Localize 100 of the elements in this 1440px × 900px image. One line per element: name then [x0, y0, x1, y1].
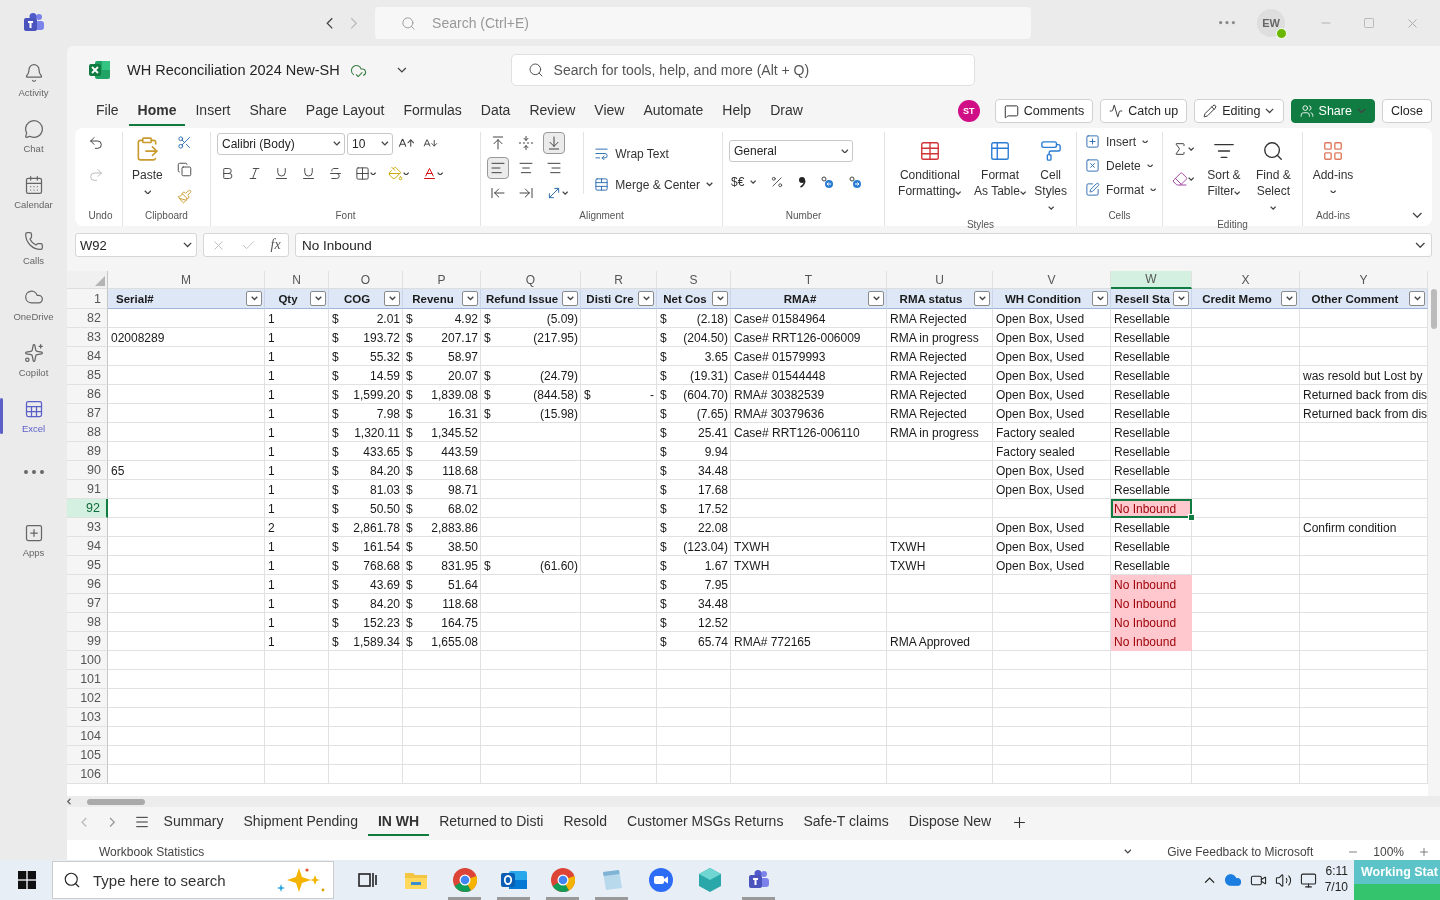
- filter-button[interactable]: [562, 291, 578, 306]
- merge-center-button[interactable]: Merge & Center: [592, 175, 715, 194]
- menu-tab[interactable]: Share: [240, 96, 296, 126]
- filter-button[interactable]: [1173, 291, 1189, 306]
- align-bottom-button[interactable]: [543, 132, 565, 154]
- chevron-up-icon[interactable]: [1204, 876, 1216, 884]
- taskbar-search-field[interactable]: Type here to search: [52, 861, 334, 899]
- row-number[interactable]: 100: [67, 651, 108, 670]
- filter-button[interactable]: [1281, 291, 1297, 306]
- search-field[interactable]: Search for tools, help, and more (Alt + Q): [510, 54, 975, 86]
- align-left-button[interactable]: [487, 157, 509, 179]
- row-number[interactable]: 91: [67, 480, 108, 499]
- speaker-icon[interactable]: [1274, 871, 1292, 889]
- font-size-select[interactable]: 10: [347, 132, 393, 155]
- filter-button[interactable]: [246, 291, 262, 306]
- status-text[interactable]: Workbook Statistics: [99, 844, 205, 859]
- column-header[interactable]: O: [329, 271, 403, 289]
- filter-button[interactable]: [712, 291, 728, 306]
- wrap-text-button[interactable]: Wrap Text: [592, 144, 671, 163]
- menu-tab[interactable]: Help: [713, 96, 761, 126]
- menu-tab[interactable]: Review: [520, 96, 585, 126]
- row-number[interactable]: 85: [67, 366, 108, 385]
- row-number[interactable]: 1: [67, 289, 108, 309]
- name-box[interactable]: W92: [75, 233, 197, 257]
- feedback-link[interactable]: Give Feedback to Microsoft: [1167, 844, 1314, 859]
- menu-tab[interactable]: View: [585, 96, 634, 126]
- column-header[interactable]: W: [1111, 271, 1192, 289]
- paste-button[interactable]: Paste: [129, 132, 166, 199]
- column-header[interactable]: Y: [1300, 271, 1428, 289]
- column-header[interactable]: U: [887, 271, 993, 289]
- row-number[interactable]: 92: [67, 499, 108, 518]
- cells-button[interactable]: Insert: [1083, 132, 1151, 151]
- network-icon[interactable]: [1299, 871, 1317, 889]
- filter-button[interactable]: [462, 291, 478, 306]
- rail-item[interactable]: Activity: [3, 52, 64, 108]
- rail-item[interactable]: Calendar: [3, 164, 64, 220]
- row-number[interactable]: 88: [67, 423, 108, 442]
- rail-item[interactable]: Chat: [3, 108, 64, 164]
- catch-up-button[interactable]: Catch up: [1100, 99, 1188, 123]
- rail-item[interactable]: Excel: [3, 388, 64, 444]
- editing-button[interactable]: Find & Select: [1250, 132, 1296, 219]
- sheet-tab[interactable]: Dispose New: [898, 808, 1002, 836]
- sheet-tab[interactable]: Shipment Pending: [233, 808, 368, 836]
- filter-button[interactable]: [868, 291, 884, 306]
- row-number[interactable]: 101: [67, 670, 108, 689]
- column-header[interactable]: P: [403, 271, 481, 289]
- row-number[interactable]: 95: [67, 556, 108, 575]
- row-number[interactable]: 103: [67, 708, 108, 727]
- row-number[interactable]: 84: [67, 347, 108, 366]
- menu-tab[interactable]: Formulas: [394, 96, 471, 126]
- number-format-select[interactable]: General: [729, 140, 853, 162]
- cloud-icon[interactable]: [1223, 871, 1242, 889]
- column-header[interactable]: Q: [481, 271, 581, 289]
- row-number[interactable]: 102: [67, 689, 108, 708]
- filter-button[interactable]: [310, 291, 326, 306]
- rail-item[interactable]: OneDrive: [3, 276, 64, 332]
- sheet-tab[interactable]: IN WH: [367, 808, 430, 836]
- font-select[interactable]: Calibri (Body): [217, 132, 345, 155]
- row-number[interactable]: 86: [67, 385, 108, 404]
- column-header[interactable]: X: [1192, 271, 1300, 289]
- editing-button[interactable]: Sort & Filter: [1201, 132, 1247, 204]
- user-avatar[interactable]: EW: [1257, 9, 1286, 37]
- menu-tab[interactable]: Page Layout: [296, 96, 394, 126]
- sheet-tab[interactable]: Safe-T claims: [793, 808, 899, 836]
- rail-item[interactable]: Apps: [3, 512, 64, 568]
- function-label[interactable]: fx: [270, 237, 281, 253]
- sheet-tab[interactable]: Summary: [153, 808, 234, 836]
- editing-button[interactable]: Editing: [1194, 99, 1284, 123]
- filter-button[interactable]: [1409, 291, 1425, 306]
- row-number[interactable]: 97: [67, 594, 108, 613]
- column-header[interactable]: R: [581, 271, 657, 289]
- sheet-tab[interactable]: Customer MSGs Returns: [617, 808, 794, 836]
- menu-tab[interactable]: File: [87, 96, 128, 126]
- styles-button[interactable]: Cell Styles: [1031, 132, 1070, 219]
- close-button[interactable]: Close: [1382, 99, 1432, 123]
- filter-button[interactable]: [638, 291, 654, 306]
- sheet-tab[interactable]: Resold: [553, 808, 617, 836]
- row-number[interactable]: 89: [67, 442, 108, 461]
- row-number[interactable]: 90: [67, 461, 108, 480]
- row-number[interactable]: 83: [67, 328, 108, 347]
- filter-button[interactable]: [1092, 291, 1108, 306]
- styles-button[interactable]: Format As Table: [970, 132, 1030, 204]
- row-number[interactable]: 98: [67, 613, 108, 632]
- styles-button[interactable]: Conditional Formatting: [891, 132, 969, 204]
- row-number[interactable]: 94: [67, 537, 108, 556]
- row-number[interactable]: 96: [67, 575, 108, 594]
- share-button[interactable]: Share: [1290, 99, 1376, 123]
- menu-tab[interactable]: Data: [471, 96, 520, 126]
- menu-tab[interactable]: Automate: [634, 96, 713, 126]
- column-header[interactable]: T: [731, 271, 887, 289]
- clock-date[interactable]: 7/10: [1324, 880, 1348, 896]
- menu-tab[interactable]: Home: [128, 96, 186, 126]
- clock-time[interactable]: 6:11: [1325, 864, 1348, 880]
- currency-button[interactable]: $€: [729, 173, 759, 191]
- column-header[interactable]: M: [108, 271, 265, 289]
- row-number[interactable]: 105: [67, 746, 108, 765]
- column-header[interactable]: V: [993, 271, 1111, 289]
- column-header[interactable]: N: [265, 271, 329, 289]
- cells-button[interactable]: Delete: [1083, 156, 1155, 175]
- add-ins-button[interactable]: Add-ins: [1309, 132, 1357, 198]
